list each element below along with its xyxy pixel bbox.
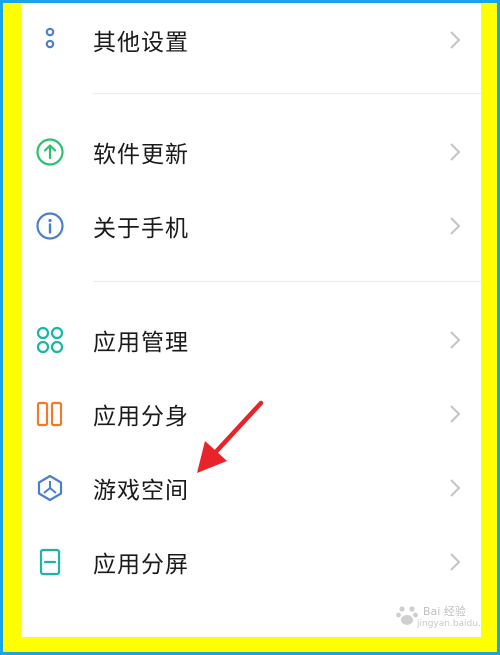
chevron-right-icon xyxy=(450,331,461,349)
chevron-right-icon xyxy=(450,217,461,235)
settings-item-app-management[interactable]: 应用管理 xyxy=(21,303,481,377)
watermark: Bai 经验 jingyan.baidu.com xyxy=(391,601,481,635)
divider xyxy=(93,281,481,282)
info-icon xyxy=(36,212,64,240)
chevron-right-icon xyxy=(450,31,461,49)
grid-icon xyxy=(36,326,64,354)
settings-item-label: 关于手机 xyxy=(93,216,189,242)
chevron-right-icon xyxy=(450,479,461,497)
settings-item-label: 游戏空间 xyxy=(93,478,189,504)
settings-screen: 其他设置 软件更新 关于手机 应用管理 应用分身 游戏空间 应用分屏 Bai 经… xyxy=(21,3,481,637)
settings-item-software-update[interactable]: 软件更新 xyxy=(21,115,481,189)
paw-logo-icon xyxy=(396,606,418,625)
annotation-arrow-icon xyxy=(197,400,264,473)
chevron-right-icon xyxy=(450,405,461,423)
watermark-subtext: jingyan.baidu.com xyxy=(417,619,481,629)
settings-item-label: 应用分身 xyxy=(93,404,189,430)
upload-arrow-icon xyxy=(36,138,64,166)
dots-icon xyxy=(45,27,55,49)
chevron-right-icon xyxy=(450,143,461,161)
settings-item-other[interactable]: 其他设置 xyxy=(21,3,481,77)
settings-item-split-screen[interactable]: 应用分屏 xyxy=(21,525,481,599)
settings-item-label: 其他设置 xyxy=(93,30,189,56)
split-screen-icon xyxy=(39,548,61,576)
highlight-frame: 其他设置 软件更新 关于手机 应用管理 应用分身 游戏空间 应用分屏 Bai 经… xyxy=(3,3,497,652)
divider xyxy=(93,93,481,94)
clone-icon xyxy=(36,401,63,427)
watermark-text: Bai 经验 xyxy=(423,605,466,618)
outer-frame: 其他设置 软件更新 关于手机 应用管理 应用分身 游戏空间 应用分屏 Bai 经… xyxy=(0,0,500,655)
settings-item-about-phone[interactable]: 关于手机 xyxy=(21,189,481,263)
settings-item-label: 应用管理 xyxy=(93,330,189,356)
game-icon xyxy=(37,474,63,502)
settings-item-label: 应用分屏 xyxy=(93,552,189,578)
chevron-right-icon xyxy=(450,553,461,571)
settings-item-label: 软件更新 xyxy=(93,142,189,168)
